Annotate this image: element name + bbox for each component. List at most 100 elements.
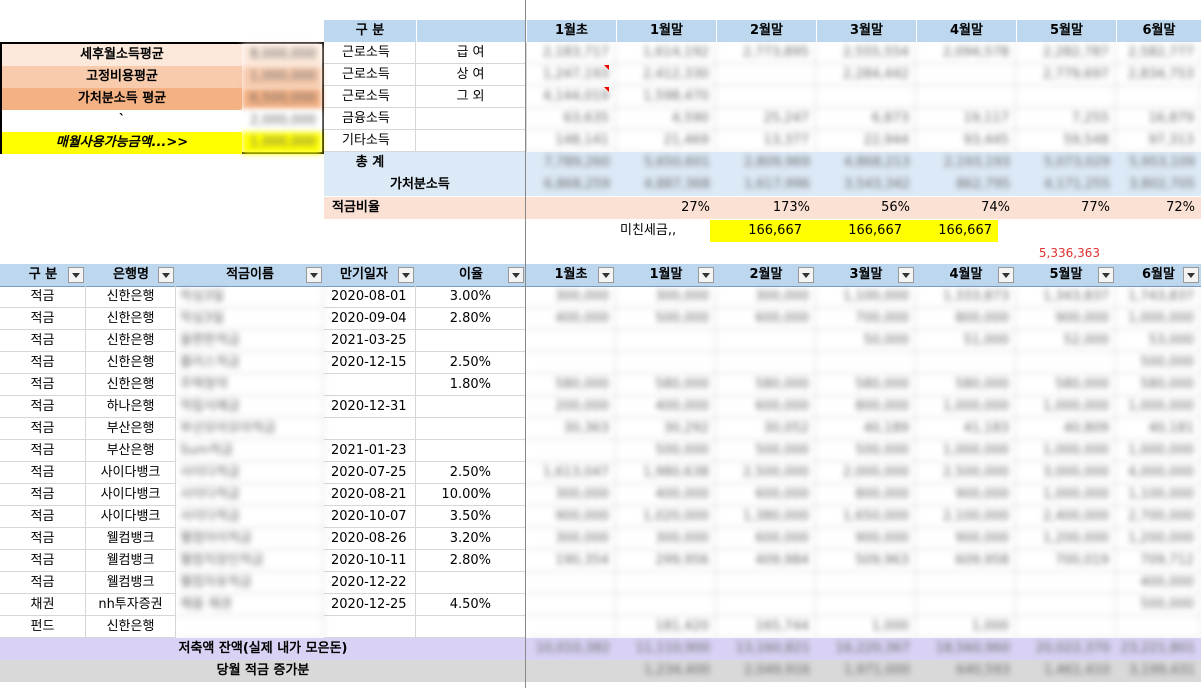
filter-dropdown-icon[interactable] (158, 267, 174, 283)
savings-value[interactable] (716, 594, 816, 616)
income-value[interactable] (816, 86, 916, 108)
income-value[interactable]: 2,284,442 (816, 64, 916, 86)
filter-dropdown-icon[interactable] (68, 267, 84, 283)
savings-value[interactable] (616, 330, 716, 352)
savings-rate[interactable]: 2.50% (416, 462, 526, 484)
income-sub[interactable]: 상 여 (416, 64, 526, 86)
savings-value[interactable]: 1,343,837 (1016, 286, 1116, 308)
savings-rate[interactable]: 2.80% (416, 550, 526, 572)
savings-value[interactable]: 1,000,000 (1116, 308, 1201, 330)
savings-maturity[interactable] (324, 616, 416, 638)
savings-value[interactable]: 1,650,000 (816, 506, 916, 528)
savings-name[interactable]: 작심3일 (176, 286, 324, 308)
savings-value[interactable]: 53,000 (1116, 330, 1201, 352)
savings-bank[interactable]: 사이다뱅크 (86, 484, 176, 506)
savings-value[interactable]: 300,000 (616, 528, 716, 550)
savings-bank[interactable]: 신한은행 (86, 616, 176, 638)
savings-bank[interactable]: 하나은행 (86, 396, 176, 418)
savings-gubun[interactable]: 적금 (0, 418, 86, 440)
income-cat[interactable]: 근로소득 (324, 42, 416, 64)
income-header-blank[interactable] (416, 20, 526, 42)
savings-ratio-value[interactable]: 56% (816, 197, 916, 219)
savings-value[interactable]: 2,000,000 (816, 462, 916, 484)
income-value[interactable]: 16,879 (1116, 108, 1201, 130)
savings-maturity[interactable]: 2020-08-26 (324, 528, 416, 550)
savings-name[interactable]: 적립식예금 (176, 396, 324, 418)
savings-maturity[interactable] (324, 418, 416, 440)
savings-value[interactable]: 580,000 (526, 374, 616, 396)
filter-dropdown-icon[interactable] (598, 267, 614, 283)
savings-value[interactable]: 41,183 (916, 418, 1016, 440)
income-header-month[interactable]: 2월말 (716, 20, 816, 42)
savings-value[interactable]: 600,000 (716, 396, 816, 418)
savings-value[interactable]: 1,100,000 (1116, 484, 1201, 506)
income-disposable-value[interactable]: 6,868,259 (526, 174, 616, 196)
savings-value[interactable]: 509,963 (816, 550, 916, 572)
income-disposable-value[interactable]: 4,171,255 (1016, 174, 1116, 196)
savings-value[interactable] (526, 616, 616, 638)
income-value[interactable]: 2,779,697 (1016, 64, 1116, 86)
savings-maturity[interactable]: 2020-10-07 (324, 506, 416, 528)
savings-maturity[interactable] (324, 374, 416, 396)
savings-bank[interactable]: 사이다뱅크 (86, 462, 176, 484)
savings-increase-value[interactable]: 1,234,400 (616, 660, 716, 682)
income-value[interactable] (916, 86, 1016, 108)
savings-value[interactable] (526, 572, 616, 594)
income-value[interactable]: 21,469 (616, 130, 716, 152)
savings-value[interactable]: 700,000 (816, 308, 916, 330)
income-value[interactable]: 2,582,777 (1116, 42, 1201, 64)
savings-value[interactable]: 900,000 (916, 484, 1016, 506)
savings-balance-value[interactable]: 18,560,960 (916, 638, 1016, 660)
savings-name[interactable]: Sum적금 (176, 440, 324, 462)
income-value[interactable]: 59,548 (1016, 130, 1116, 152)
savings-value[interactable]: 800,000 (916, 308, 1016, 330)
savings-header-maturity[interactable]: 만기일자 (324, 264, 416, 286)
savings-value[interactable]: 1,000 (816, 616, 916, 638)
filter-dropdown-icon[interactable] (898, 267, 914, 283)
savings-value[interactable]: 900,000 (1016, 308, 1116, 330)
savings-gubun[interactable]: 적금 (0, 506, 86, 528)
savings-rate[interactable]: 1.80% (416, 374, 526, 396)
savings-value[interactable] (616, 594, 716, 616)
savings-value[interactable]: 40,189 (816, 418, 916, 440)
savings-rate[interactable] (416, 572, 526, 594)
savings-value[interactable] (716, 572, 816, 594)
income-value[interactable]: 4,144,019 (526, 86, 616, 108)
savings-value[interactable]: 580,000 (816, 374, 916, 396)
savings-balance-value[interactable]: 16,220,367 (816, 638, 916, 660)
savings-bank[interactable]: 사이다뱅크 (86, 506, 176, 528)
summary-label[interactable]: 고정비용평균 (2, 66, 242, 88)
savings-value[interactable]: 1,020,000 (616, 506, 716, 528)
savings-value[interactable]: 2,500,000 (916, 462, 1016, 484)
savings-value[interactable] (1116, 616, 1201, 638)
savings-ratio-value[interactable]: 27% (616, 197, 716, 219)
income-value[interactable]: 7,255 (1016, 108, 1116, 130)
savings-gubun[interactable]: 펀드 (0, 616, 86, 638)
savings-value[interactable]: 50,000 (816, 330, 916, 352)
savings-gubun[interactable]: 적금 (0, 330, 86, 352)
savings-value[interactable] (526, 594, 616, 616)
income-value[interactable]: 148,141 (526, 130, 616, 152)
savings-value[interactable]: 900,000 (526, 506, 616, 528)
income-header-month[interactable]: 5월말 (1016, 20, 1116, 42)
savings-balance-label[interactable]: 저축액 잔액(실제 내가 모은돈) (0, 638, 526, 660)
savings-value[interactable]: 1,000,000 (1116, 396, 1201, 418)
savings-value[interactable]: 400,000 (616, 484, 716, 506)
income-cat[interactable]: 근로소득 (324, 64, 416, 86)
savings-ratio-value[interactable]: 173% (716, 197, 816, 219)
income-total-value[interactable]: 5,650,601 (616, 152, 716, 174)
income-sub[interactable] (416, 130, 526, 152)
savings-value[interactable] (616, 352, 716, 374)
savings-value[interactable]: 580,000 (716, 374, 816, 396)
savings-header-month[interactable]: 5월말 (1016, 264, 1116, 286)
income-total-value[interactable]: 5,073,029 (1016, 152, 1116, 174)
savings-value[interactable]: 30,363 (526, 418, 616, 440)
crazy-tax-label[interactable]: 미친세금,, (620, 220, 710, 242)
savings-value[interactable] (816, 594, 916, 616)
income-header-month[interactable]: 1월말 (616, 20, 716, 42)
income-value[interactable]: 19,117 (916, 108, 1016, 130)
income-value[interactable] (1116, 86, 1201, 108)
savings-rate[interactable]: 4.50% (416, 594, 526, 616)
savings-value[interactable] (526, 352, 616, 374)
savings-bank[interactable]: 신한은행 (86, 308, 176, 330)
